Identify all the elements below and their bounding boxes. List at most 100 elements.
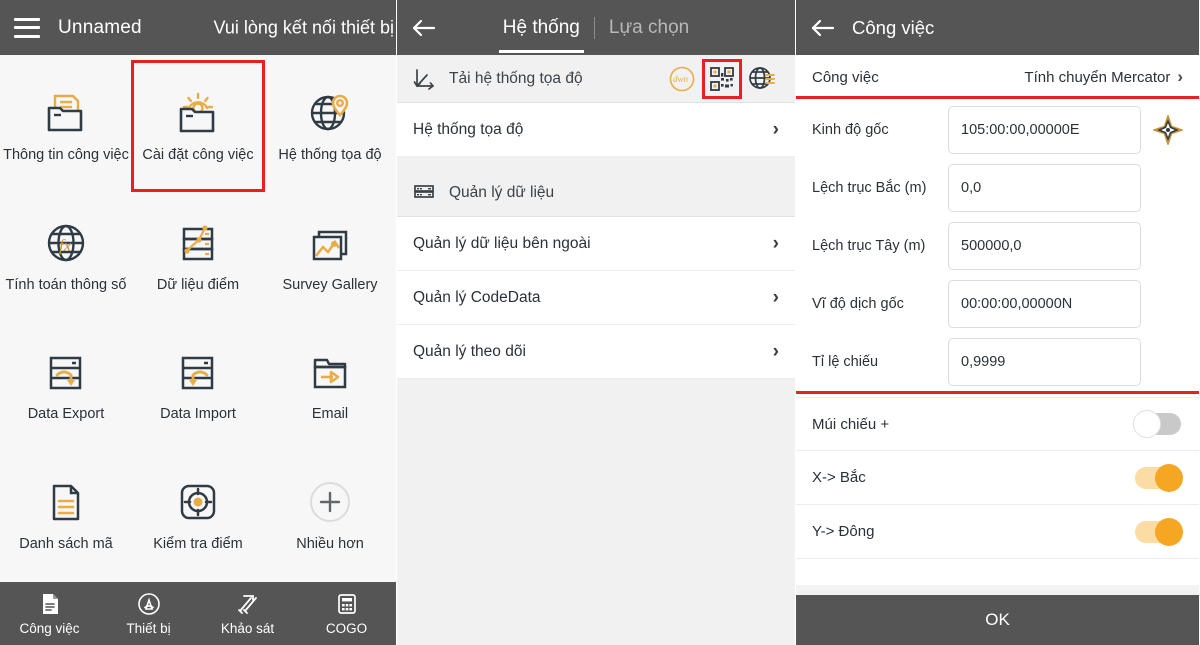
y-east-toggle[interactable]: [1135, 521, 1181, 543]
row-codedata-management[interactable]: Quản lý CodeData ›: [397, 271, 795, 325]
tile-label: Tính toán thông số: [6, 278, 127, 294]
nav-item-cogo[interactable]: COGO: [297, 582, 396, 645]
mid-appbar: Hệ thống Lựa chọn: [397, 0, 795, 55]
section-rows-coordinate: Hệ thống tọa độ ›: [397, 103, 795, 157]
chevron-right-icon: ›: [773, 341, 779, 363]
svg-text:dwn: dwn: [673, 74, 689, 84]
toggle-label: Y-> Đông: [812, 523, 874, 540]
gallery-photos-icon: [304, 217, 356, 269]
false-easting-input[interactable]: 500000,0: [948, 222, 1141, 270]
right-appbar: Công việc: [796, 0, 1199, 55]
chevron-right-icon: ›: [773, 287, 779, 309]
row-label: Quản lý theo dõi: [413, 343, 526, 361]
chevron-right-icon: ›: [773, 233, 779, 255]
row-value-group: Tính chuyển Mercator ›: [1024, 67, 1183, 87]
row-projection-selector[interactable]: Công việc Tính chuyển Mercator ›: [796, 55, 1199, 99]
point-check-target-icon: [172, 476, 224, 528]
tile-point-data[interactable]: Dữ liệu điểm: [132, 191, 264, 321]
toggle-knob: [1155, 464, 1183, 492]
chevron-right-icon: ›: [1177, 67, 1183, 87]
zone-plus-toggle[interactable]: [1135, 413, 1181, 435]
false-northing-input[interactable]: 0,0: [948, 164, 1141, 212]
field-label: Tỉ lệ chiếu: [812, 354, 938, 371]
hamburger-icon[interactable]: [14, 18, 40, 38]
job-info-folder-icon: [40, 87, 92, 139]
tile-label: Hệ thống tọa độ: [278, 148, 381, 164]
code-list-document-icon: [40, 476, 92, 528]
tile-label: Nhiều hơn: [296, 537, 364, 553]
row-external-data-management[interactable]: Quản lý dữ liệu bên ngoài ›: [397, 217, 795, 271]
tile-label: Thông tin công việc: [3, 148, 129, 164]
scale-factor-input[interactable]: 0,9999: [948, 338, 1141, 386]
field-row-false-easting: Lệch trục Tây (m) 500000,0: [796, 217, 1199, 275]
section-actions: dwn: [665, 62, 779, 96]
tile-coordinate-system[interactable]: Hệ thống tọa độ: [264, 61, 396, 191]
nav-label: Công việc: [19, 621, 79, 636]
tile-job-settings[interactable]: Cài đặt công việc: [132, 61, 264, 191]
nav-item-jobs[interactable]: Công việc: [0, 582, 99, 645]
mid-panel-system-settings: Hệ thống Lựa chọn: [397, 0, 796, 645]
toggle-knob: [1133, 410, 1161, 438]
nav-item-survey[interactable]: Khảo sát: [198, 582, 297, 645]
row-label: Hệ thống tọa độ: [413, 121, 523, 139]
nav-label: Thiết bị: [126, 621, 170, 636]
tile-survey-gallery[interactable]: Survey Gallery: [264, 191, 396, 321]
tile-code-list[interactable]: Danh sách mã: [0, 450, 132, 580]
toggle-row-zone-plus: Múi chiếu +: [796, 397, 1199, 451]
qr-code-icon[interactable]: [705, 62, 739, 96]
chevron-right-icon: ›: [773, 119, 779, 141]
toggle-knob: [1155, 518, 1183, 546]
job-tile-grid: Thông tin công việc: [0, 55, 396, 579]
axes-download-icon: [413, 68, 435, 90]
tile-label: Survey Gallery: [282, 278, 377, 294]
field-label: Vĩ độ dịch gốc: [812, 296, 938, 313]
row-label: Quản lý dữ liệu bên ngoài: [413, 235, 591, 253]
field-row-origin-latitude: Vĩ độ dịch gốc 00:00:00,00000N: [796, 275, 1199, 333]
right-panel-title: Công việc: [852, 17, 934, 39]
back-arrow-icon[interactable]: [411, 15, 441, 41]
row-tracking-management[interactable]: Quản lý theo dõi ›: [397, 325, 795, 379]
tile-data-export[interactable]: Data Export: [0, 320, 132, 450]
plus-circle-icon: [304, 476, 356, 528]
row-he-thong-toa-do[interactable]: Hệ thống tọa độ ›: [397, 103, 795, 157]
mid-panel-body: Tải hệ thống tọa độ dwn: [397, 55, 795, 645]
tile-job-info[interactable]: Thông tin công việc: [0, 61, 132, 191]
left-appbar: Unnamed Vui lòng kết nối thiết bị: [0, 0, 396, 55]
right-panel-job-projection: Công việc Công việc Tính chuyển Mercator…: [796, 0, 1199, 645]
data-export-icon: [40, 346, 92, 398]
globe-list-icon[interactable]: [745, 62, 779, 96]
data-import-icon: [172, 346, 224, 398]
database-server-icon: [413, 182, 435, 204]
toggle-label: Múi chiếu +: [812, 416, 889, 433]
field-row-central-meridian: Kinh độ gốc 105:00:00,00000E: [796, 101, 1199, 159]
tile-label: Cài đặt công việc: [142, 148, 253, 164]
tile-label: Email: [312, 407, 348, 423]
tile-point-check[interactable]: Kiểm tra điểm: [132, 450, 264, 580]
calculator-icon: [335, 592, 359, 616]
origin-latitude-input[interactable]: 00:00:00,00000N: [948, 280, 1141, 328]
tab-he-thong[interactable]: Hệ thống: [489, 17, 594, 39]
tile-more[interactable]: Nhiều hơn: [264, 450, 396, 580]
tile-label: Danh sách mã: [19, 537, 113, 553]
stamp-circle-icon[interactable]: dwn: [665, 62, 699, 96]
job-settings-folder-gear-icon: [172, 87, 224, 139]
ok-button[interactable]: OK: [796, 585, 1199, 645]
connection-status-text: Vui lòng kết nối thiết bị: [214, 17, 394, 38]
projection-toggles-group: Múi chiếu + X-> Bắc Y-> Đông: [796, 391, 1199, 559]
toggle-label: X-> Bắc: [812, 469, 866, 486]
section-header-load-coordinate-system: Tải hệ thống tọa độ dwn: [397, 55, 795, 103]
tab-lua-chon[interactable]: Lựa chọn: [595, 17, 703, 39]
x-north-toggle[interactable]: [1135, 467, 1181, 489]
tile-parameter-calc[interactable]: fx Tính toán thông số: [0, 191, 132, 321]
row-label: Công việc: [812, 69, 879, 86]
nav-item-device[interactable]: Thiết bị: [99, 582, 198, 645]
toggle-row-y-east: Y-> Đông: [796, 505, 1199, 559]
compass-target-icon[interactable]: [1151, 115, 1185, 145]
tile-data-import[interactable]: Data Import: [132, 320, 264, 450]
back-arrow-icon[interactable]: [810, 15, 840, 41]
tile-label: Data Export: [28, 407, 105, 423]
job-document-icon: [38, 592, 62, 616]
globe-pin-icon: [304, 87, 356, 139]
central-meridian-input[interactable]: 105:00:00,00000E: [948, 106, 1141, 154]
tile-email[interactable]: Email: [264, 320, 396, 450]
